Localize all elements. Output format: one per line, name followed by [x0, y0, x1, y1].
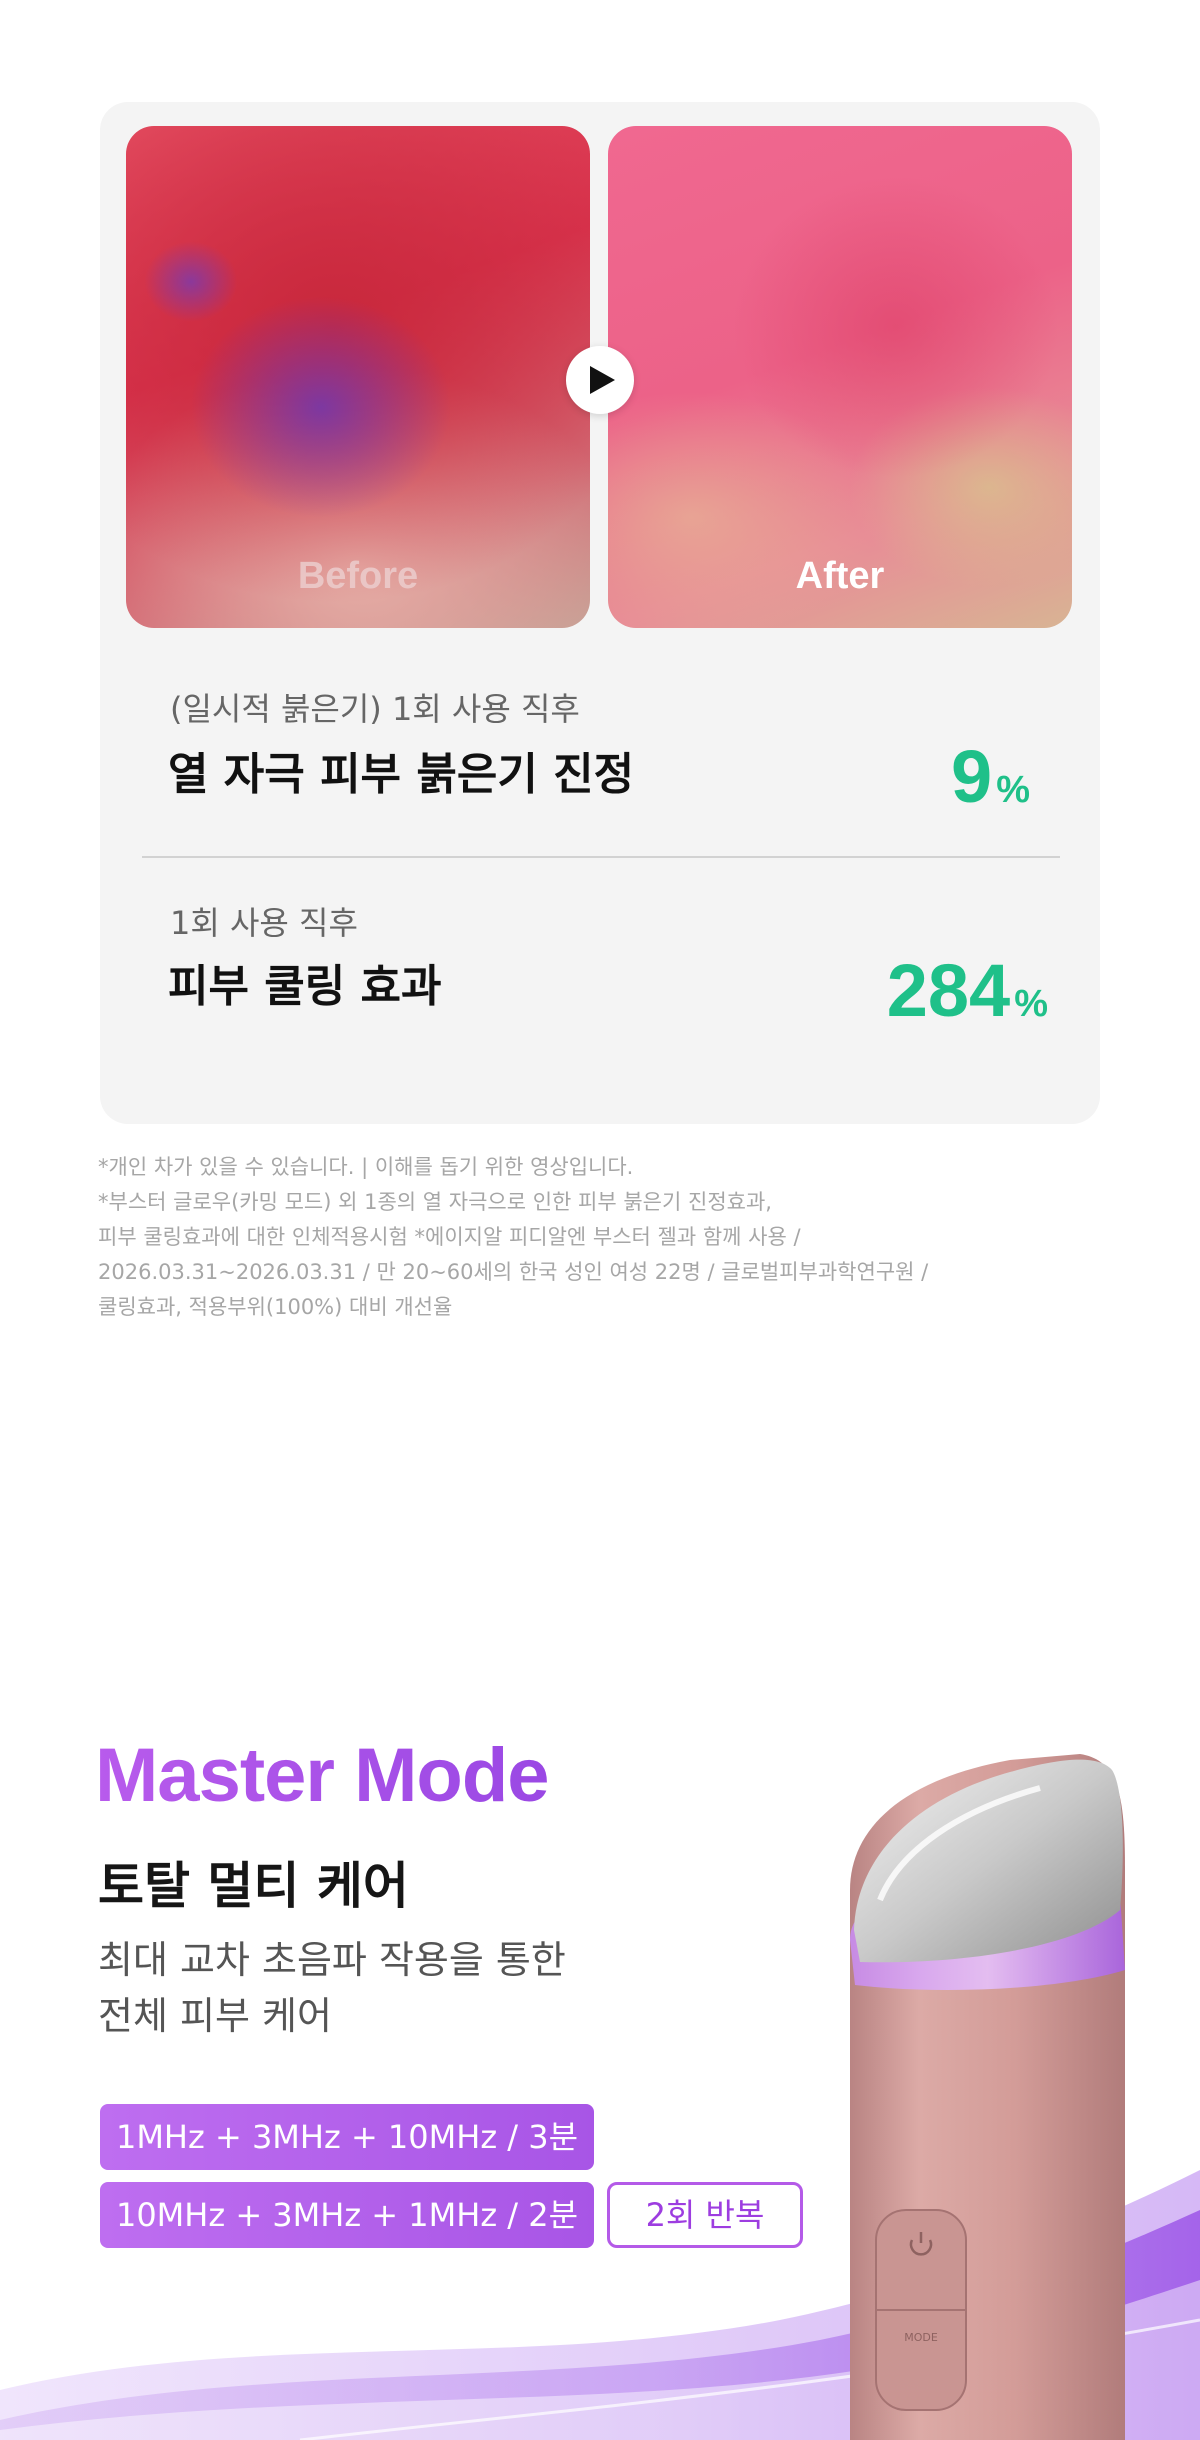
play-icon: [590, 366, 615, 394]
description-line: 최대 교차 초음파 작용을 통한: [98, 1938, 566, 1982]
sequence-1-badge: 1MHz + 3MHz + 10MHz / 3분: [100, 2104, 594, 2170]
note-line: *개인 차가 있을 수 있습니다. | 이해를 돕기 위한 영상입니다.: [98, 1155, 634, 1179]
note-line: 쿨링효과, 적용부위(100%) 대비 개선율: [98, 1295, 453, 1319]
stat-1-value: 9%: [951, 740, 1030, 814]
stat-1-subtitle: (일시적 붉은기) 1회 사용 직후: [170, 690, 580, 728]
before-photo: Before: [126, 126, 590, 628]
stat-1-title: 열 자극 피부 붉은기 진정: [168, 749, 635, 800]
after-photo: After: [608, 126, 1072, 628]
note-line: 2026.03.31~2026.03.31 / 만 20~60세의 한국 성인 …: [98, 1260, 929, 1284]
stat-2-value: 284%: [887, 954, 1048, 1028]
device-illustration: MODE: [850, 1754, 1125, 2440]
mode-button-label[interactable]: MODE: [904, 2331, 938, 2344]
stat-2-title: 피부 쿨링 효과: [168, 961, 442, 1012]
after-label: After: [795, 555, 885, 597]
repeat-badge: 2회 반복: [607, 2182, 803, 2248]
note-line: 피부 쿨링효과에 대한 인체적용시험 *에이지알 피디알엔 부스터 젤과 함께 …: [98, 1225, 801, 1249]
master-mode-description: 최대 교차 초음파 작용을 통한 전체 피부 케어: [98, 1932, 566, 2044]
play-button[interactable]: [566, 346, 634, 414]
stat-2-subtitle: 1회 사용 직후: [170, 904, 358, 942]
master-mode-heading: 토탈 멀티 케어: [98, 1857, 409, 1915]
stat-1-unit: %: [996, 769, 1030, 811]
before-label: Before: [297, 555, 419, 597]
stat-2-unit: %: [1014, 983, 1048, 1025]
stat-2-number: 284: [886, 949, 1011, 1032]
stats-divider: [142, 856, 1060, 858]
note-line: *부스터 글로우(카밍 모드) 외 1종의 열 자극으로 인한 피부 붉은기 진…: [98, 1190, 772, 1214]
results-card: Before After (일시적 붉은기) 1회 사용 직후 열 자극 피부 …: [100, 102, 1100, 1124]
disclaimer-notes: *개인 차가 있을 수 있습니다. | 이해를 돕기 위한 영상입니다. *부스…: [98, 1150, 1098, 1325]
description-line: 전체 피부 케어: [98, 1994, 332, 2038]
master-mode-title: Master Mode: [95, 1733, 550, 1818]
sequence-2-badge: 10MHz + 3MHz + 1MHz / 2분: [100, 2182, 594, 2248]
stat-1-number: 9: [951, 735, 993, 818]
